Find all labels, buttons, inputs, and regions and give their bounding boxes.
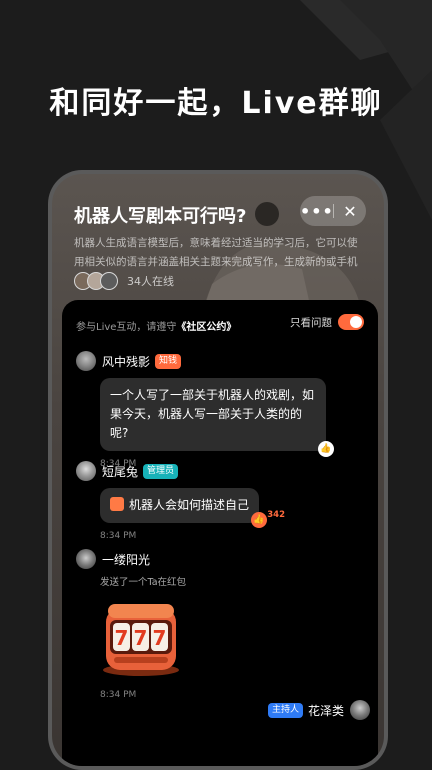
host-message-header: 主持人 花泽类: [263, 700, 370, 720]
toggle-knob: [350, 316, 362, 328]
host-badge: 主持人: [267, 702, 303, 718]
username[interactable]: 风中残影: [102, 353, 150, 370]
username[interactable]: 短尾兔: [102, 463, 138, 480]
avatar[interactable]: [76, 461, 96, 481]
avatar[interactable]: [76, 549, 96, 569]
slot-machine-icon: 7 7 7: [103, 604, 179, 676]
host-username[interactable]: 花泽类: [308, 702, 344, 719]
avatar[interactable]: [76, 351, 96, 371]
thumbs-up-icon[interactable]: 👍: [318, 441, 334, 457]
gift-icon: [110, 497, 124, 511]
avatar: [100, 272, 118, 290]
slot-digit: 7: [134, 626, 148, 650]
room-description: 机器人生成语言模型后，意味着经过适当的学习后，它可以使用相关似的语言并涵盖相关主…: [74, 237, 358, 268]
close-icon[interactable]: ✕: [334, 202, 366, 221]
message-text: 机器人会如何描述自己: [129, 498, 250, 512]
message-time: 8:34 PM: [100, 531, 137, 541]
message-bubble[interactable]: 一个人写了一部关于机器人的戏剧，如果今天，机器人写一部关于人类的的呢? 👍: [100, 378, 334, 457]
community-notice: 参与Live互动，请遵守《社区公约》: [76, 318, 236, 333]
community-rules-link[interactable]: 《社区公约》: [176, 322, 236, 333]
filter-toggle[interactable]: [338, 314, 364, 330]
user-badge: 知钱: [155, 353, 182, 369]
like-count: 342: [267, 510, 286, 520]
red-packet-note: 发送了一个Ta在红包: [100, 577, 187, 588]
slot-machine-gift[interactable]: 7 7 7: [100, 596, 366, 682]
message-bubble[interactable]: 机器人会如何描述自己 👍 342: [100, 488, 285, 528]
notice-text: 参与Live互动，请遵守: [76, 322, 177, 333]
slot-digit: 7: [153, 626, 167, 650]
message-text: 一个人写了一部关于机器人的戏剧，如果今天，机器人写一部关于人类的的呢?: [110, 388, 315, 440]
filter-label: 只看问题: [290, 316, 332, 329]
user-badge: 管理员: [143, 463, 179, 479]
avatar[interactable]: [350, 700, 370, 720]
chat-message: 短尾兔 管理员 机器人会如何描述自己 👍 342 8:34 PM: [76, 460, 366, 541]
room-actions: ••• ✕: [300, 196, 366, 226]
online-users[interactable]: 34人在线: [74, 270, 174, 292]
live-room-screen: 机器人写剧本可行吗? ••• ✕ 机器人生成语言模型后，意味着经过适当的学习后，…: [52, 174, 384, 766]
message-time: 8:34 PM: [100, 690, 137, 700]
phone-mockup: 机器人写剧本可行吗? ••• ✕ 机器人生成语言模型后，意味着经过适当的学习后，…: [48, 170, 388, 770]
more-icon[interactable]: •••: [300, 202, 333, 221]
slot-digit: 7: [115, 626, 129, 650]
chat-message: 风中残影 知钱 一个人写了一部关于机器人的戏剧，如果今天，机器人写一部关于人类的…: [76, 350, 366, 469]
question-filter: 只看问题: [290, 314, 364, 330]
username[interactable]: 一缕阳光: [102, 551, 150, 568]
chat-message: 一缕阳光 发送了一个Ta在红包 7 7 7 8:34 PM: [76, 548, 366, 700]
headline: 和同好一起，Live群聊: [49, 86, 383, 121]
online-count: 34人在线: [127, 275, 174, 288]
chat-panel: 参与Live互动，请遵守《社区公约》 只看问题 风中残影 知钱 一个人写了一部关…: [62, 300, 378, 766]
thumbs-up-icon[interactable]: 👍: [251, 512, 268, 528]
room-title: 机器人写剧本可行吗?: [74, 206, 247, 227]
